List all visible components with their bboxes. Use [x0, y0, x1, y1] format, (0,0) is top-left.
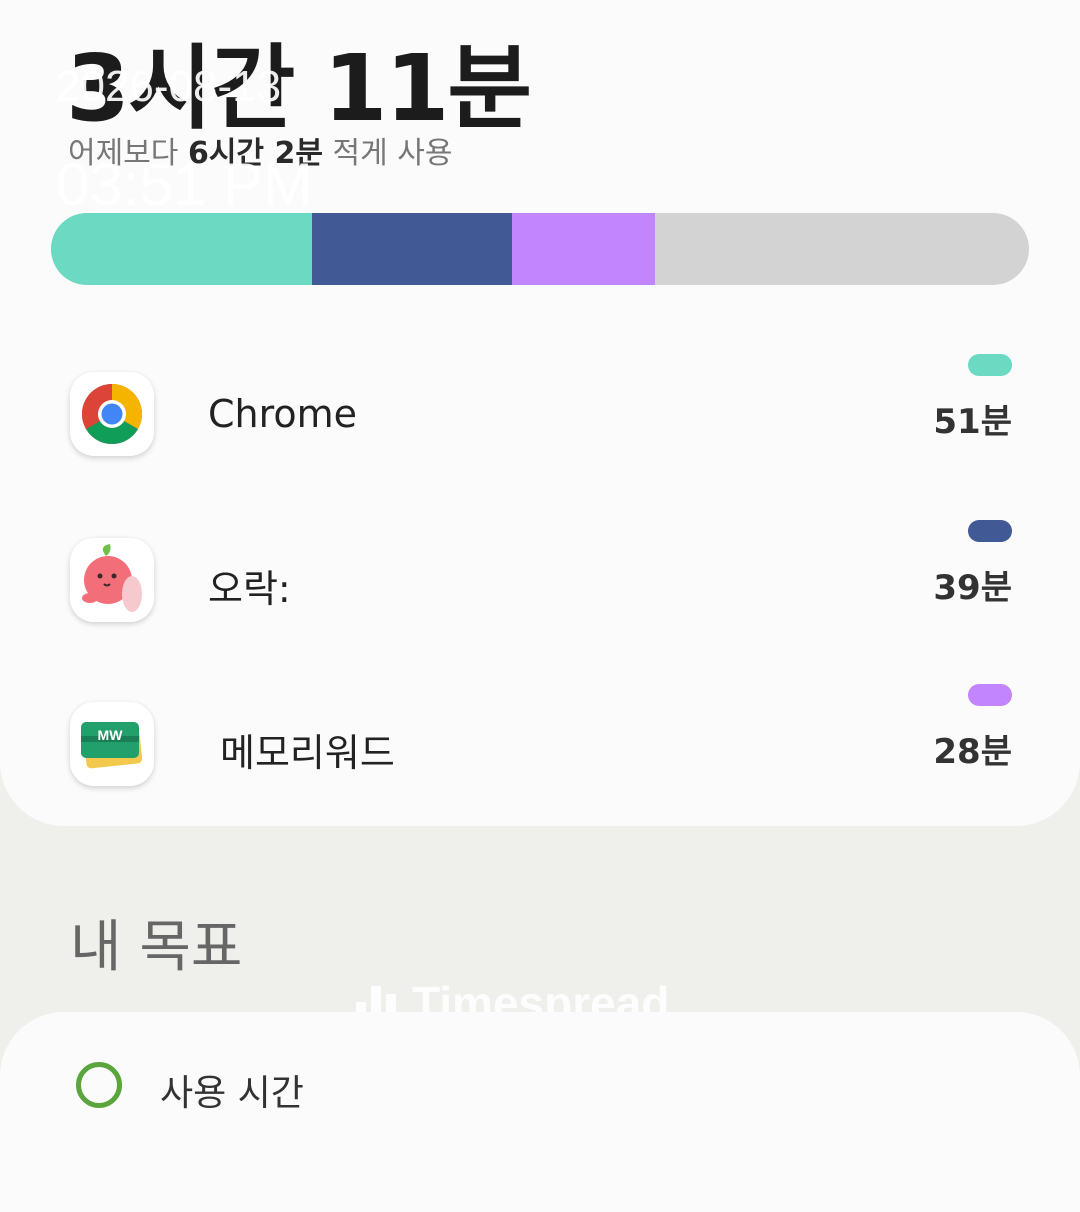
app-usage-time: 28분 [933, 732, 1012, 772]
timer-icon [76, 1062, 122, 1108]
app-color-indicator [968, 520, 1012, 542]
usage-bar-segment [312, 213, 512, 285]
app-color-indicator [968, 354, 1012, 376]
svg-text:MW: MW [98, 727, 124, 743]
goals-section-title: 내 목표 [70, 915, 243, 980]
app-color-indicator [968, 684, 1012, 706]
compare-suffix: 적게 사용 [332, 136, 453, 171]
app-name: Chrome [208, 392, 358, 436]
app-name: 오락: [208, 567, 291, 611]
app-row-orak[interactable]: 오락: 39분 [0, 520, 1080, 626]
app-row-memoryword[interactable]: MW 메모리워드 28분 [0, 684, 1080, 790]
app-row-chrome[interactable]: Chrome 51분 [0, 354, 1080, 460]
usage-bar[interactable] [51, 213, 1029, 285]
overlay-date: 2026-08-13 [56, 62, 282, 111]
usage-bar-segment [51, 213, 313, 285]
chrome-icon [70, 372, 154, 456]
goal-item-label: 사용 시간 [160, 1073, 304, 1114]
overlay-time: 03:51 PM [56, 151, 313, 218]
memoryword-card-icon: MW [70, 702, 154, 786]
usage-bar-segment [511, 213, 656, 285]
app-usage-time: 39분 [933, 568, 1012, 608]
app-usage-time: 51분 [933, 402, 1012, 442]
peach-character-icon [70, 538, 154, 622]
app-name: 메모리워드 [220, 731, 395, 775]
